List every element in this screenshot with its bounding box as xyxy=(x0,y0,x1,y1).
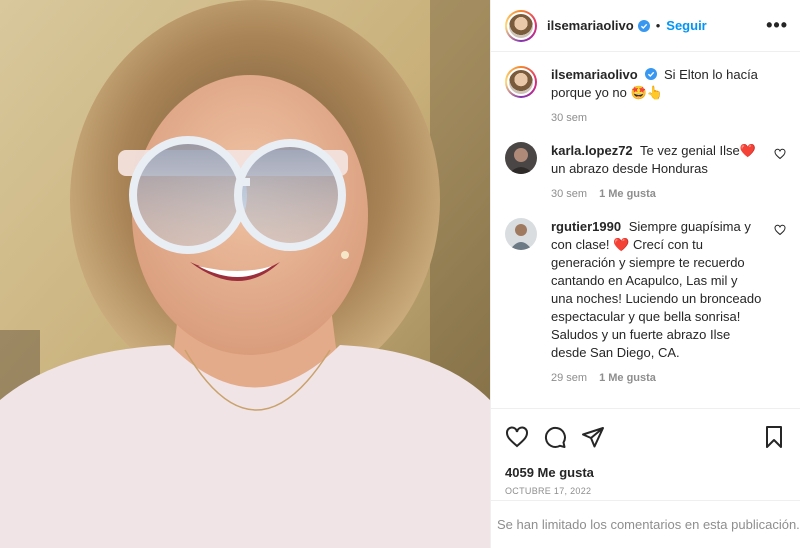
likes-count[interactable]: 4059 Me gusta xyxy=(505,465,786,480)
caption: ilsemariaolivo Si Elton lo hacía porque … xyxy=(505,66,786,124)
post-photo[interactable] xyxy=(0,0,490,548)
comment-time[interactable]: 29 sem xyxy=(551,372,587,384)
author-username[interactable]: ilsemariaolivo xyxy=(547,18,634,33)
follow-button[interactable]: Seguir xyxy=(666,18,706,33)
comment-time[interactable]: 30 sem xyxy=(551,188,587,200)
comment-text: Siempre guapísima y con clase! ❤️ Crecí … xyxy=(551,219,762,360)
verified-icon xyxy=(637,19,650,32)
small-heart-icon[interactable] xyxy=(774,148,786,160)
post-date[interactable]: OCTUBRE 17, 2022 xyxy=(505,486,786,496)
more-icon[interactable]: ••• xyxy=(766,15,788,36)
action-icons xyxy=(505,417,786,457)
commenter-avatar[interactable] xyxy=(505,218,537,250)
author-avatar[interactable] xyxy=(505,9,537,42)
post-actions: 4059 Me gusta OCTUBRE 17, 2022 xyxy=(491,408,800,496)
comment-likes[interactable]: 1 Me gusta xyxy=(599,372,656,384)
commenter-avatar[interactable] xyxy=(505,142,537,174)
caption-username[interactable]: ilsemariaolivo xyxy=(551,67,638,82)
small-heart-icon[interactable] xyxy=(774,224,786,236)
comment-icon[interactable] xyxy=(543,425,567,449)
verified-icon xyxy=(645,68,658,80)
caption-time[interactable]: 30 sem xyxy=(551,112,587,124)
comment-username[interactable]: rgutier1990 xyxy=(551,219,621,234)
share-icon[interactable] xyxy=(581,425,605,449)
post-side-panel: ilsemariaolivo • Seguir ••• ilsemariaoli… xyxy=(490,0,800,548)
comment-item: rgutier1990 Siempre guapísima y con clas… xyxy=(505,218,786,384)
comment-item: karla.lopez72 Te vez genial Ilse❤️ un ab… xyxy=(505,142,786,200)
caption-avatar[interactable] xyxy=(505,66,537,98)
photo-illustration xyxy=(0,0,490,548)
comment-likes[interactable]: 1 Me gusta xyxy=(599,188,656,200)
post-header: ilsemariaolivo • Seguir ••• xyxy=(491,0,800,52)
comments-list: ilsemariaolivo Si Elton lo hacía porque … xyxy=(491,52,800,408)
save-icon[interactable] xyxy=(762,425,786,449)
comments-limited-notice: Se han limitado los comentarios en esta … xyxy=(491,500,800,548)
header-separator: • xyxy=(655,18,661,33)
comment-username[interactable]: karla.lopez72 xyxy=(551,143,633,158)
heart-icon[interactable] xyxy=(505,425,529,449)
